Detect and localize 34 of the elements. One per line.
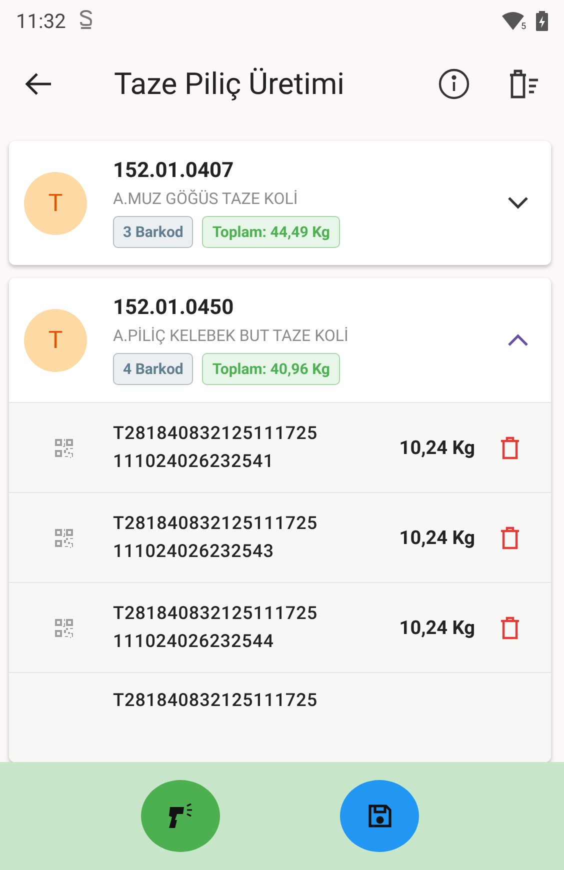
total-weight-tag: Toplam: 40,96 Kg	[202, 352, 340, 384]
barcode-text: T281840832125111725 111024026232543	[113, 512, 319, 564]
barcode-row[interactable]: T281840832125111725 111024026232543 10,24 Kg	[9, 492, 551, 582]
delete-button[interactable]	[499, 616, 521, 640]
barcode-text: T281840832125111725 111024026232544	[113, 602, 319, 654]
status-time: 11:32	[16, 9, 66, 33]
product-code: 152.01.0407	[113, 158, 235, 182]
delete-button[interactable]	[499, 526, 521, 550]
product-code: 152.01.0450	[113, 296, 235, 320]
weight-text: 10,24 Kg	[399, 526, 475, 549]
battery-icon	[536, 11, 548, 31]
barcode-row[interactable]: T281840832125111725 111024026232544 10,24 Kg	[9, 582, 551, 672]
product-name: A.PİLİÇ KELEBEK BUT TAZE KOLİ	[113, 326, 350, 344]
product-name: A.MUZ GÖĞÜS TAZE KOLİ	[113, 188, 299, 208]
avatar: T	[24, 308, 87, 372]
delete-button[interactable]	[499, 436, 521, 460]
chevron-down-icon[interactable]	[507, 196, 529, 210]
barcode-row[interactable]: T281840832125111725 111024026232541 10,24 Kg	[9, 402, 551, 492]
chevron-up-icon[interactable]	[507, 333, 529, 347]
avatar: T	[24, 172, 87, 234]
barcode-count-tag: 3 Barkod	[113, 216, 194, 248]
weight-text: 10,24 Kg	[399, 616, 475, 639]
barcode-row[interactable]: T281840832125111725	[9, 672, 551, 762]
back-arrow-icon[interactable]	[24, 72, 52, 96]
notification-icon	[78, 10, 94, 32]
barcode-count-tag: 4 Barkod	[113, 352, 194, 384]
wifi-icon	[502, 12, 524, 30]
save-icon	[366, 803, 392, 829]
weight-text: 10,24 Kg	[399, 436, 475, 459]
barcode-text: T281840832125111725	[113, 689, 319, 713]
page-title: Taze Piliç Üretimi	[114, 66, 346, 102]
barcode-text: T281840832125111725 111024026232541	[113, 422, 319, 474]
total-weight-tag: Toplam: 44,49 Kg	[202, 216, 340, 248]
signal-level-text: 5	[520, 22, 526, 32]
